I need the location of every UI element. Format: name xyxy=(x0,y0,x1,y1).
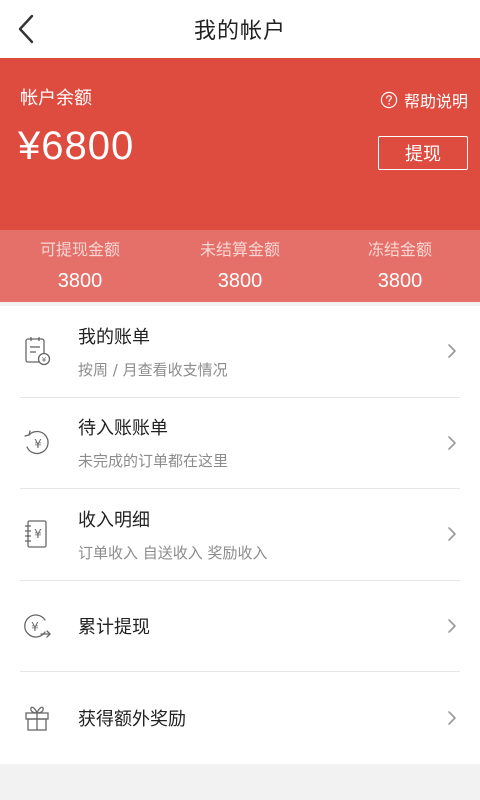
menu-item-pending-bills[interactable]: ¥ 待入账账单 未完成的订单都在这里 xyxy=(20,398,460,490)
svg-text:¥: ¥ xyxy=(34,527,42,541)
stat-value: 3800 xyxy=(217,270,263,292)
menu-item-total-withdrawn[interactable]: ¥ 累计提现 xyxy=(20,581,460,673)
stat-label: 冻结金额 xyxy=(367,240,432,259)
withdraw-button[interactable]: 提现 xyxy=(378,136,468,170)
chevron-right-icon xyxy=(448,436,456,450)
balance-amount: ¥6800 xyxy=(18,124,135,168)
menu-item-subtitle: 订单收入 自送收入 奖励收入 xyxy=(78,543,268,562)
withdraw-yuan-icon: ¥ xyxy=(20,609,54,643)
menu-item-title: 待入账账单 xyxy=(78,418,168,440)
gift-icon xyxy=(20,701,54,735)
menu-item-title: 获得额外奖励 xyxy=(78,709,186,731)
svg-text:¥: ¥ xyxy=(42,356,47,364)
chevron-left-icon xyxy=(18,14,34,44)
question-circle-icon xyxy=(380,91,398,109)
back-button[interactable] xyxy=(6,9,46,49)
stat-frozen: 冻结金额 3800 xyxy=(320,230,480,302)
menu-item-extra-rewards[interactable]: 获得额外奖励 xyxy=(20,672,460,764)
chevron-right-icon xyxy=(448,527,456,542)
help-link[interactable]: 帮助说明 xyxy=(380,88,468,112)
account-summary-card: 帐户余额 帮助说明 ¥6800 提现 可提现金额 3800 未结算金额 3800… xyxy=(0,58,480,302)
account-menu-list: ¥ 我的账单 按周 / 月查看收支情况 ¥ 待入账账单 未完成的订单都在这里 ¥… xyxy=(0,306,480,764)
menu-item-income-details[interactable]: ¥ 收入明细 订单收入 自送收入 奖励收入 xyxy=(20,489,460,581)
svg-text:¥: ¥ xyxy=(34,437,42,451)
chevron-right-icon xyxy=(448,344,456,359)
svg-text:¥: ¥ xyxy=(31,620,39,634)
menu-item-my-bills[interactable]: ¥ 我的账单 按周 / 月查看收支情况 xyxy=(20,306,460,398)
balance-label: 帐户余额 xyxy=(20,88,92,109)
chevron-right-icon xyxy=(448,711,456,725)
balance-breakdown: 可提现金额 3800 未结算金额 3800 冻结金额 3800 xyxy=(0,230,480,302)
page-title: 我的帐户 xyxy=(193,19,286,44)
stat-label: 未结算金额 xyxy=(199,240,280,259)
stat-withdrawable: 可提现金额 3800 xyxy=(0,230,160,302)
menu-item-title: 收入明细 xyxy=(78,509,150,531)
help-label: 帮助说明 xyxy=(403,92,468,111)
stat-value: 3800 xyxy=(57,270,103,292)
menu-item-subtitle: 按周 / 月查看收支情况 xyxy=(78,360,228,379)
menu-item-title: 累计提现 xyxy=(78,617,150,639)
pending-yuan-icon: ¥ xyxy=(20,426,54,460)
stat-value: 3800 xyxy=(377,270,423,292)
menu-item-title: 我的账单 xyxy=(78,326,150,348)
stat-unsettled: 未结算金额 3800 xyxy=(160,230,320,302)
ledger-icon: ¥ xyxy=(20,517,54,551)
bill-icon: ¥ xyxy=(20,334,54,368)
stat-label: 可提现金额 xyxy=(39,240,120,259)
menu-item-subtitle: 未完成的订单都在这里 xyxy=(78,452,229,471)
top-nav-bar: 我的帐户 xyxy=(0,0,480,58)
chevron-right-icon xyxy=(448,619,456,633)
